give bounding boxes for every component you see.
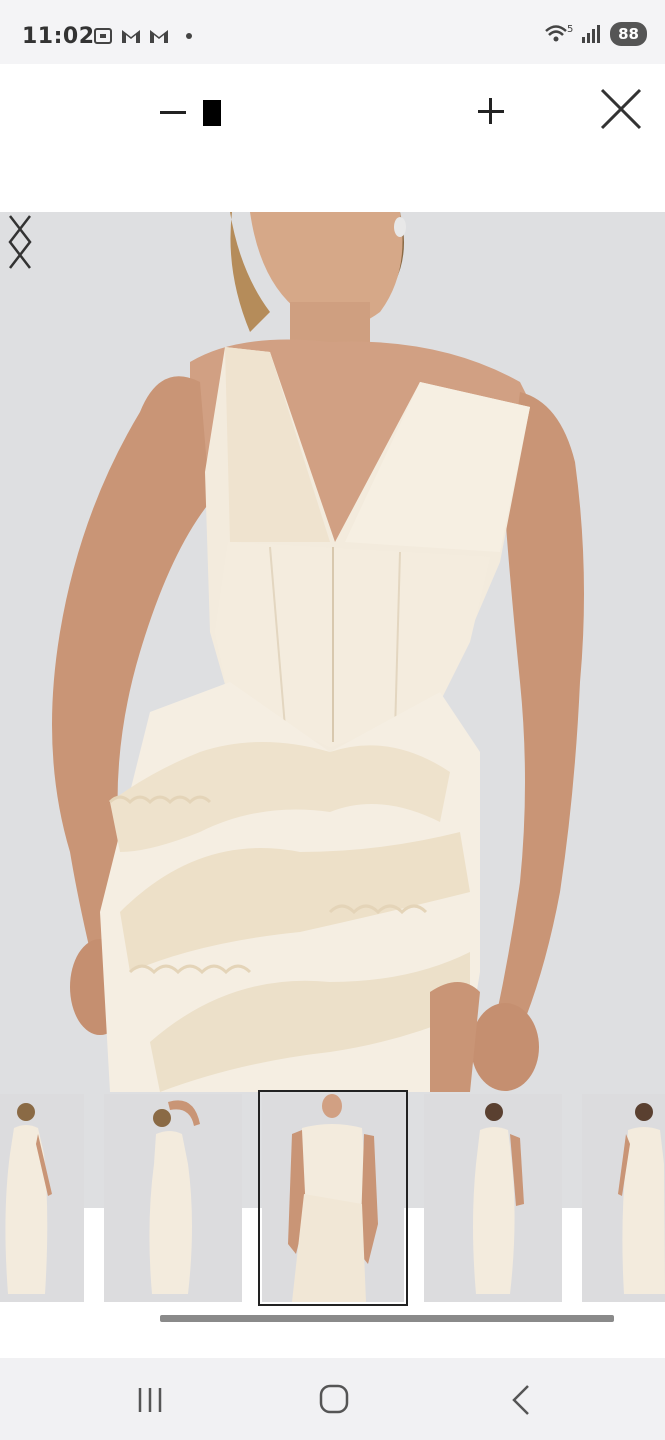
back-icon[interactable] xyxy=(502,1382,542,1418)
product-image[interactable] xyxy=(0,212,665,1208)
more-notifications-dot xyxy=(186,33,192,39)
recents-icon[interactable] xyxy=(130,1382,170,1418)
status-time: 11:02 xyxy=(22,24,95,49)
minus-icon[interactable] xyxy=(158,94,188,124)
plus-icon[interactable] xyxy=(476,96,506,126)
svg-text:5: 5 xyxy=(567,24,573,35)
system-navigation-bar xyxy=(0,1358,665,1440)
thumbnail-4[interactable] xyxy=(424,1094,562,1302)
thumbnail-1[interactable] xyxy=(0,1094,84,1302)
thumbnail-5[interactable] xyxy=(582,1094,665,1302)
home-icon[interactable] xyxy=(314,1382,354,1418)
close-icon[interactable] xyxy=(598,86,644,132)
wifi-icon: 5 xyxy=(545,24,574,42)
thumbnail-scrollbar[interactable] xyxy=(160,1315,614,1322)
dress-photo xyxy=(0,212,665,1208)
status-bar: 11:02 5 88 xyxy=(0,0,665,64)
thumbnail-2[interactable] xyxy=(104,1094,242,1302)
status-right: 5 88 xyxy=(544,22,647,46)
signal-icon xyxy=(582,25,601,43)
screenshot-icon xyxy=(94,28,112,44)
chevron-right-icon[interactable] xyxy=(0,212,40,272)
gmail-icon xyxy=(150,30,168,43)
zoom-level-indicator xyxy=(203,100,221,126)
gmail-icon xyxy=(122,30,140,43)
battery-indicator: 88 xyxy=(610,22,647,46)
thumbnail-3[interactable] xyxy=(258,1090,408,1306)
thumbnail-strip[interactable] xyxy=(0,1088,665,1308)
notification-icons xyxy=(92,26,192,46)
viewer-toolbar xyxy=(0,64,665,212)
